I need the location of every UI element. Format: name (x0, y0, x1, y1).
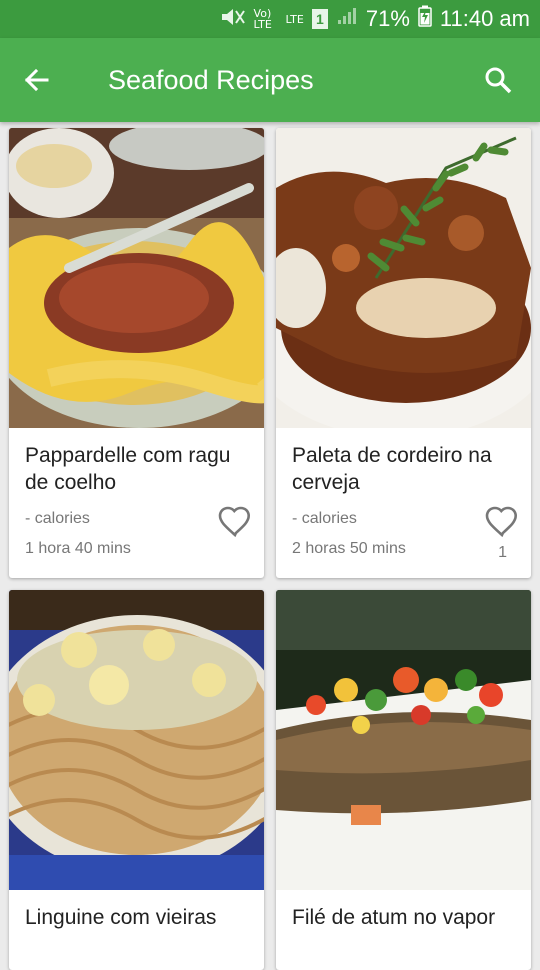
recipe-card[interactable]: Pappardelle com ragu de coelho - calorie… (9, 128, 264, 578)
recipe-name: Linguine com vieiras (25, 906, 217, 929)
signal-icon (336, 6, 358, 32)
like-count: 1 (498, 544, 507, 561)
sim-icon: 1 (311, 9, 328, 29)
favorite-button[interactable] (485, 506, 519, 538)
recipe-card[interactable]: Filé de atum no vapor (276, 590, 531, 970)
search-button[interactable] (476, 58, 520, 102)
recipe-card[interactable]: Linguine com vieiras (9, 590, 264, 970)
search-icon (485, 67, 512, 94)
recipe-calories: - calories (292, 510, 357, 527)
status-bar: Vo) LTE LTE 1 71% 11:40 am (0, 0, 540, 38)
recipe-card[interactable]: Paleta de cordeiro na cerveja - calories… (276, 128, 531, 578)
recipe-time: 2 horas 50 mins (292, 540, 406, 557)
recipe-image (276, 590, 531, 890)
battery-percent: 71% (365, 6, 410, 31)
app-bar: Seafood Recipes (0, 38, 540, 122)
arrow-back-icon (24, 68, 49, 92)
recipe-name: Pappardelle com ragu de coelho (25, 444, 231, 494)
back-button[interactable] (0, 38, 72, 122)
recipe-calories: - calories (25, 510, 90, 527)
recipe-image (276, 128, 531, 428)
recipe-time: 1 hora 40 mins (25, 540, 131, 557)
recipe-image (9, 590, 264, 890)
clock: 11:40 am (439, 6, 530, 31)
mute-icon (220, 7, 246, 31)
page-title: Seafood Recipes (108, 65, 314, 95)
heart-outline-icon (218, 506, 251, 538)
heart-outline-icon (485, 506, 518, 538)
favorite-button[interactable] (218, 506, 252, 538)
lte-label: LTE (285, 12, 304, 26)
battery-icon (418, 5, 432, 33)
recipe-image (9, 128, 264, 428)
recipe-name: Filé de atum no vapor (292, 906, 496, 929)
volte-label: Vo) LTE (253, 7, 272, 31)
recipe-name: Paleta de cordeiro na cerveja (292, 444, 492, 494)
